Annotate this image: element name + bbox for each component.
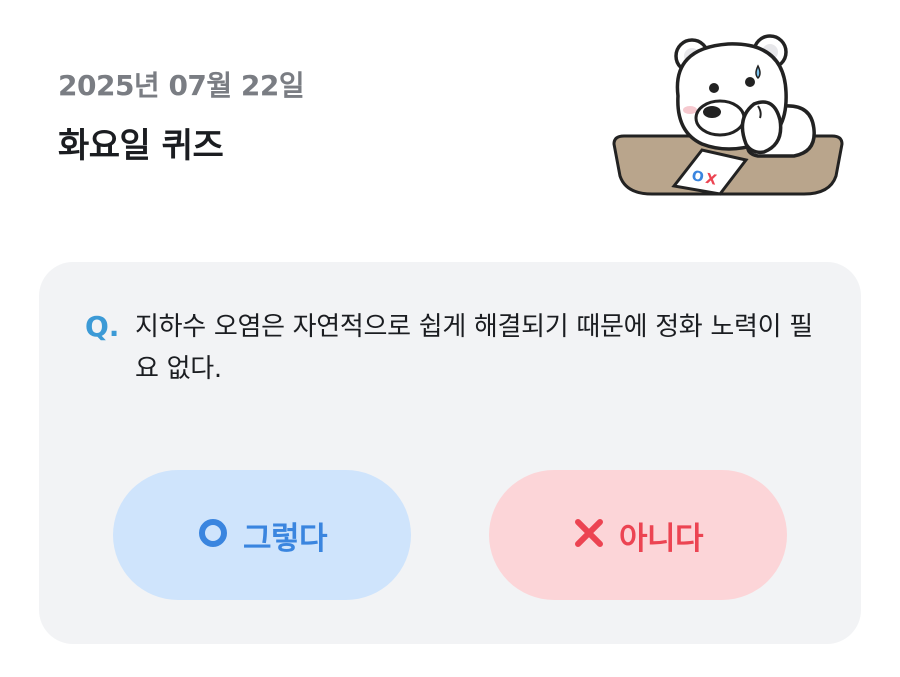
quiz-date: 2025년 07월 22일 (58, 69, 305, 102)
x-mark-icon (573, 517, 605, 553)
answer-yes-label: 그렇다 (242, 520, 328, 557)
quiz-card: Q. 지하수 오염은 자연적으로 쉽게 해결되기 때문에 정화 노력이 필요 없… (39, 262, 861, 644)
quiz-page: 2025년 07월 22일 화요일 퀴즈 O X Q. 지하수 오염은 자연적으… (0, 0, 900, 677)
polar-bear-thinking-icon: O X (608, 26, 848, 201)
question-text: 지하수 오염은 자연적으로 쉽게 해결되기 때문에 정화 노력이 필요 없다. (135, 312, 813, 384)
circle-o-icon (197, 517, 229, 553)
answer-no-button[interactable]: 아니다 (489, 470, 787, 600)
answer-no-label: 아니다 (618, 520, 704, 557)
question-marker: Q. (85, 310, 120, 343)
page-title: 화요일 퀴즈 (58, 126, 224, 166)
answer-yes-button[interactable]: 그렇다 (113, 470, 411, 600)
